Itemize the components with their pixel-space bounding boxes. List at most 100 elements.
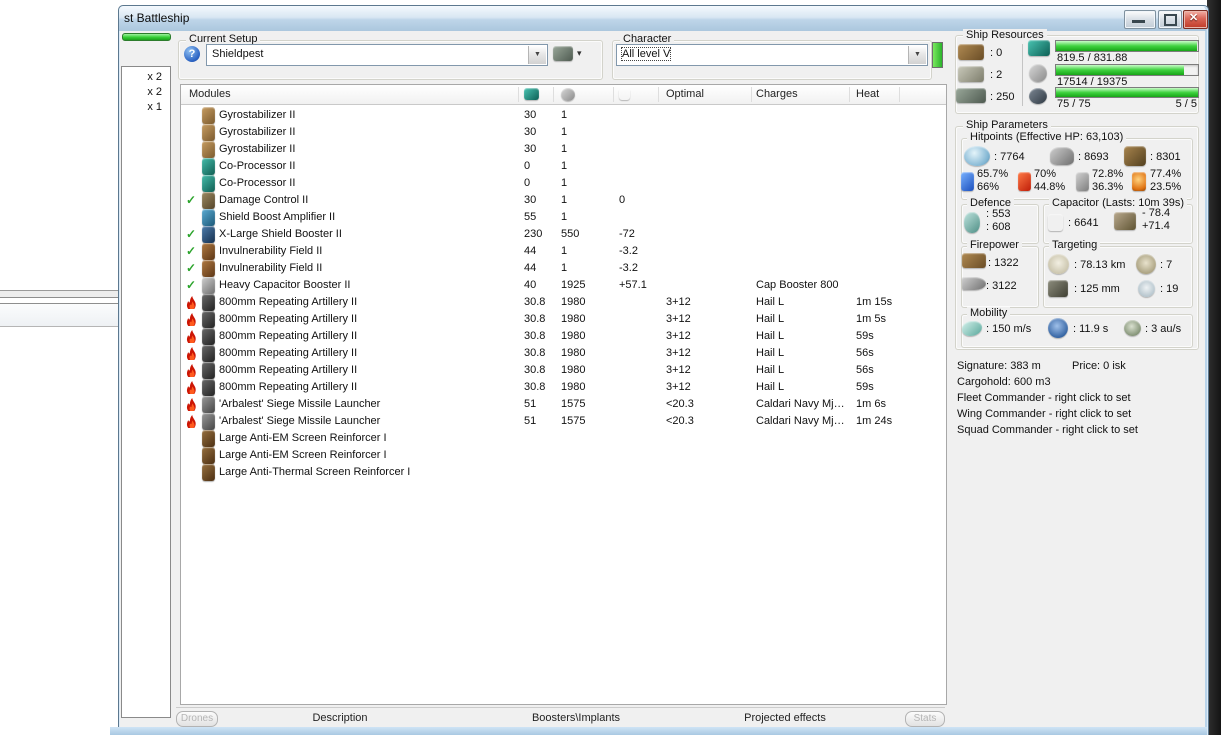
tab-boosters-implants[interactable]: Boosters\Implants [516, 712, 636, 724]
arty-module-icon [202, 379, 215, 396]
character-combobox[interactable]: All level V ▼ [616, 44, 928, 66]
tab-projected-effects[interactable]: Projected effects [725, 712, 845, 724]
table-row[interactable]: ✓ 800mm Repeating Artillery II 30.8 1980… [181, 328, 945, 345]
squad-commander-text[interactable]: Squad Commander - right click to set [957, 424, 1138, 436]
divider [1022, 44, 1023, 106]
table-row[interactable]: ✓ 'Arbalest' Siege Missile Launcher 51 1… [181, 396, 945, 413]
shield-hp-icon [964, 146, 990, 166]
tab-description[interactable]: Description [280, 712, 400, 724]
module-cpu: 30 [524, 126, 537, 138]
tools-caret-icon[interactable]: ▾ [577, 48, 582, 59]
module-name: 800mm Repeating Artillery II [219, 381, 358, 393]
turret-hardpoint-icon [958, 44, 984, 60]
table-row[interactable]: ✓ Heavy Capacitor Booster II 40 1925 +57… [181, 277, 945, 294]
thermal-resist-shield: 70% [1034, 168, 1057, 180]
tools-icon[interactable] [553, 46, 573, 61]
table-row[interactable]: ✓ Co-Processor II 0 1 [181, 158, 945, 175]
cpu-column-icon[interactable] [524, 88, 539, 100]
chevron-down-icon[interactable]: ▼ [908, 46, 926, 64]
max-targets: : 19 [1160, 283, 1179, 295]
kinetic-resist-shield: 72.8% [1092, 168, 1124, 180]
table-row[interactable]: ✓ Large Anti-EM Screen Reinforcer I [181, 430, 945, 447]
modules-column-header[interactable]: Modules [189, 88, 231, 100]
table-row[interactable]: ✓ Damage Control II 30 1 0 [181, 192, 945, 209]
list-item[interactable]: x 2 [147, 71, 162, 83]
align-time-icon [1048, 318, 1068, 338]
module-optimal: <20.3 [666, 415, 694, 427]
signature-text: Signature: 383 m [957, 360, 1041, 372]
capacitor-column-icon[interactable] [619, 88, 630, 100]
table-row[interactable]: ✓ X-Large Shield Booster II 230 550 -72 [181, 226, 945, 243]
list-item[interactable]: x 1 [147, 101, 162, 113]
module-powergrid: 1 [561, 194, 568, 206]
maximize-icon [1164, 14, 1177, 26]
capacitor-amount: : 6641 [1068, 217, 1099, 229]
table-row[interactable]: ✓ Gyrostabilizer II 30 1 [181, 107, 945, 124]
module-powergrid: 1980 [561, 296, 586, 308]
warp-speed-icon [1124, 320, 1141, 336]
table-row[interactable]: ✓ 800mm Repeating Artillery II 30.8 1980… [181, 311, 945, 328]
table-row[interactable]: ✓ 'Arbalest' Siege Missile Launcher 51 1… [181, 413, 945, 430]
module-name: 'Arbalest' Siege Missile Launcher [219, 398, 381, 410]
table-row[interactable]: ✓ Invulnerability Field II 44 1 -3.2 [181, 243, 945, 260]
table-row[interactable]: ✓ Large Anti-EM Screen Reinforcer I [181, 447, 945, 464]
fitting-count-list[interactable]: x 2 x 2 x 1 [121, 66, 171, 718]
module-powergrid: 1980 [561, 364, 586, 376]
module-name: Damage Control II [219, 194, 309, 206]
cargohold-text: Cargohold: 600 m3 [957, 376, 1051, 388]
module-heat: 1m 15s [856, 296, 893, 308]
table-row[interactable]: ✓ 800mm Repeating Artillery II 30.8 1980… [181, 345, 945, 362]
table-row[interactable]: ✓ 800mm Repeating Artillery II 30.8 1980… [181, 379, 945, 396]
module-cpu: 51 [524, 415, 537, 427]
hull-hp-icon [1124, 146, 1146, 166]
module-cpu: 44 [524, 262, 537, 274]
em-resist-icon [961, 172, 974, 191]
stats-tab-button[interactable]: Stats [905, 711, 945, 727]
kinetic-resist-icon [1076, 172, 1089, 191]
arty-module-icon [202, 311, 215, 328]
module-cpu: 55 [524, 211, 537, 223]
drones-tab-button[interactable]: Drones [176, 711, 218, 727]
list-item[interactable]: x 2 [147, 86, 162, 98]
table-row[interactable]: ✓ Large Anti-Thermal Screen Reinforcer I [181, 464, 945, 481]
sba-module-icon [202, 209, 215, 226]
module-name: 800mm Repeating Artillery II [219, 347, 358, 359]
hull-hp: : 8301 [1150, 151, 1181, 163]
titlebar[interactable] [119, 6, 1206, 31]
optimal-column-header[interactable]: Optimal [666, 88, 704, 100]
table-row[interactable]: ✓ 800mm Repeating Artillery II 30.8 1980… [181, 294, 945, 311]
charges-column-header[interactable]: Charges [756, 88, 798, 100]
setup-combobox[interactable]: Shieldpest ▼ [206, 44, 548, 66]
help-icon[interactable]: ? [184, 46, 200, 62]
table-row[interactable]: ✓ Shield Boost Amplifier II 55 1 [181, 209, 945, 226]
module-cpu: 30 [524, 143, 537, 155]
wing-commander-text[interactable]: Wing Commander - right click to set [957, 408, 1131, 420]
module-cpu: 0 [524, 160, 531, 172]
chevron-down-icon[interactable]: ▼ [528, 46, 546, 64]
modules-table: Modules Optimal Charges Heat ✓ Gyrostabi… [180, 84, 947, 705]
table-row[interactable]: ✓ 800mm Repeating Artillery II 30.8 1980… [181, 362, 945, 379]
fleet-commander-text[interactable]: Fleet Commander - right click to set [957, 392, 1131, 404]
launcher-module-icon [202, 396, 215, 413]
table-row[interactable]: ✓ Co-Processor II 0 1 [181, 175, 945, 192]
powergrid-column-icon[interactable] [561, 88, 575, 101]
drone-count: 5 / 5 [1175, 98, 1197, 110]
table-row[interactable]: ✓ Invulnerability Field II 44 1 -3.2 [181, 260, 945, 277]
table-row[interactable]: ✓ Gyrostabilizer II 30 1 [181, 124, 945, 141]
table-row[interactable]: ✓ Gyrostabilizer II 30 1 [181, 141, 945, 158]
targeting-range-icon [1048, 254, 1069, 274]
mobility-label: Mobility [967, 307, 1011, 319]
module-cpu: 44 [524, 245, 537, 257]
modules-table-header[interactable]: Modules Optimal Charges Heat [181, 85, 946, 105]
module-name: 800mm Repeating Artillery II [219, 330, 358, 342]
price-text: Price: 0 isk [1072, 360, 1126, 372]
module-cap-use: +57.1 [619, 279, 647, 291]
module-powergrid: 1 [561, 109, 568, 121]
powergrid-icon [1029, 64, 1047, 82]
module-powergrid: 1 [561, 126, 568, 138]
shield-hp: : 7764 [994, 151, 1025, 163]
module-name: Large Anti-Thermal Screen Reinforcer I [219, 466, 411, 478]
module-name: Large Anti-EM Screen Reinforcer I [219, 432, 387, 444]
module-cpu: 30 [524, 194, 537, 206]
heat-column-header[interactable]: Heat [856, 88, 879, 100]
